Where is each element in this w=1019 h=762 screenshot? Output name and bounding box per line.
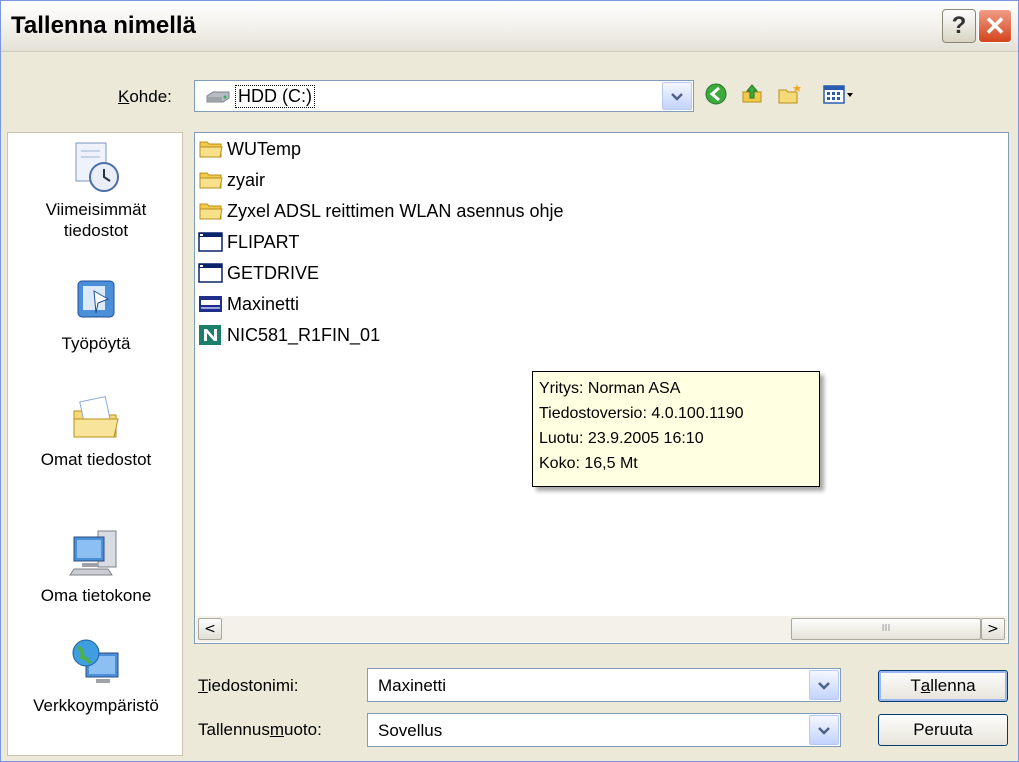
chevron-down-icon <box>671 86 683 106</box>
desktop-icon <box>68 273 124 329</box>
folder-icon <box>198 169 224 191</box>
file-info-tooltip: Yritys: Norman ASA Tiedostoversio: 4.0.1… <box>532 371 820 487</box>
place-my-computer[interactable]: Oma tietokone <box>8 525 184 606</box>
list-item[interactable]: GETDRIVE <box>198 259 319 287</box>
help-button[interactable]: ? <box>942 9 976 43</box>
tooltip-size: Koko: 16,5 Mt <box>539 455 638 472</box>
filetype-select[interactable]: Sovellus <box>367 713 841 747</box>
close-icon: ✕ <box>984 10 1006 41</box>
tooltip-company: Yritys: Norman ASA <box>539 380 681 397</box>
hard-drive-icon <box>205 89 231 109</box>
view-grid-icon <box>822 83 856 110</box>
scroll-right-button[interactable]: > <box>981 618 1005 640</box>
back-button[interactable] <box>703 83 729 109</box>
chevron-down-icon <box>818 720 830 740</box>
place-recent-documents[interactable]: Viimeisimmät tiedostot <box>8 139 184 241</box>
list-item[interactable]: WUTemp <box>198 135 301 163</box>
filename-label: Tiedostonimi: <box>198 676 299 695</box>
cancel-button[interactable]: Peruuta <box>878 714 1008 746</box>
folder-up-icon <box>740 82 764 111</box>
chevron-right-icon: > <box>987 621 999 637</box>
location-dropdown-button[interactable] <box>662 82 692 110</box>
my-documents-icon <box>68 389 124 445</box>
tooltip-version: Tiedostoversio: 4.0.100.1190 <box>539 405 744 422</box>
my-computer-icon <box>68 525 124 581</box>
file-list[interactable]: WUTemp zyair Zyxel ADSL reittimen WLAN a… <box>194 132 1009 644</box>
location-value: HDD (C:) <box>235 85 315 108</box>
horizontal-scrollbar[interactable]: < III > <box>196 616 1007 642</box>
list-item[interactable]: NIC581_R1FIN_01 <box>198 321 380 349</box>
chevron-down-icon <box>818 675 830 695</box>
list-item[interactable]: zyair <box>198 166 265 194</box>
list-item[interactable]: Maxinetti <box>198 290 299 318</box>
application-icon <box>198 262 224 284</box>
network-places-icon <box>68 635 124 691</box>
question-mark-icon: ? <box>951 12 967 39</box>
filename-input[interactable]: Maxinetti <box>367 668 841 702</box>
folder-icon <box>198 200 224 222</box>
application-icon <box>198 231 224 253</box>
chevron-left-icon: < <box>204 621 216 637</box>
filename-value: Maxinetti <box>378 676 447 695</box>
recent-documents-icon <box>68 139 124 195</box>
folder-icon <box>198 138 224 160</box>
new-folder-icon <box>777 82 803 111</box>
tooltip-created: Luotu: 23.9.2005 16:10 <box>539 430 704 447</box>
view-menu-button[interactable] <box>821 83 857 109</box>
scroll-left-button[interactable]: < <box>198 618 222 640</box>
save-as-dialog: Tallenna nimellä ? ✕ Kohde: HDD (C:) Vii… <box>0 0 1019 762</box>
up-one-level-button[interactable] <box>739 83 765 109</box>
list-item[interactable]: Zyxel ADSL reittimen WLAN asennus ohje <box>198 197 563 225</box>
filetype-value: Sovellus <box>378 721 443 740</box>
place-desktop[interactable]: Työpöytä <box>8 273 184 354</box>
location-label: Kohde: <box>118 87 172 106</box>
list-item[interactable]: FLIPART <box>198 228 299 256</box>
norman-app-icon <box>198 324 224 346</box>
save-button[interactable]: Ta llenna <box>878 670 1008 702</box>
zyxel-app-icon <box>198 293 224 315</box>
location-combobox[interactable]: HDD (C:) <box>194 80 694 112</box>
filetype-label: Tallennusmuoto: <box>198 720 322 739</box>
filename-dropdown-button[interactable] <box>809 670 839 700</box>
scrollbar-grip: III <box>881 623 891 634</box>
filetype-dropdown-button[interactable] <box>809 715 839 745</box>
place-my-documents[interactable]: Omat tiedostot <box>8 389 184 470</box>
places-bar: Viimeisimmät tiedostot Työpöytä Omat tie… <box>7 132 183 756</box>
title-bar[interactable]: Tallenna nimellä ? ✕ <box>1 1 1018 52</box>
scrollbar-thumb[interactable]: III <box>791 618 981 640</box>
dialog-title: Tallenna nimellä <box>11 12 196 39</box>
place-network[interactable]: Verkkoympäristö <box>8 635 184 716</box>
back-arrow-icon <box>704 82 728 111</box>
close-button[interactable]: ✕ <box>978 9 1012 43</box>
new-folder-button[interactable] <box>777 83 803 109</box>
